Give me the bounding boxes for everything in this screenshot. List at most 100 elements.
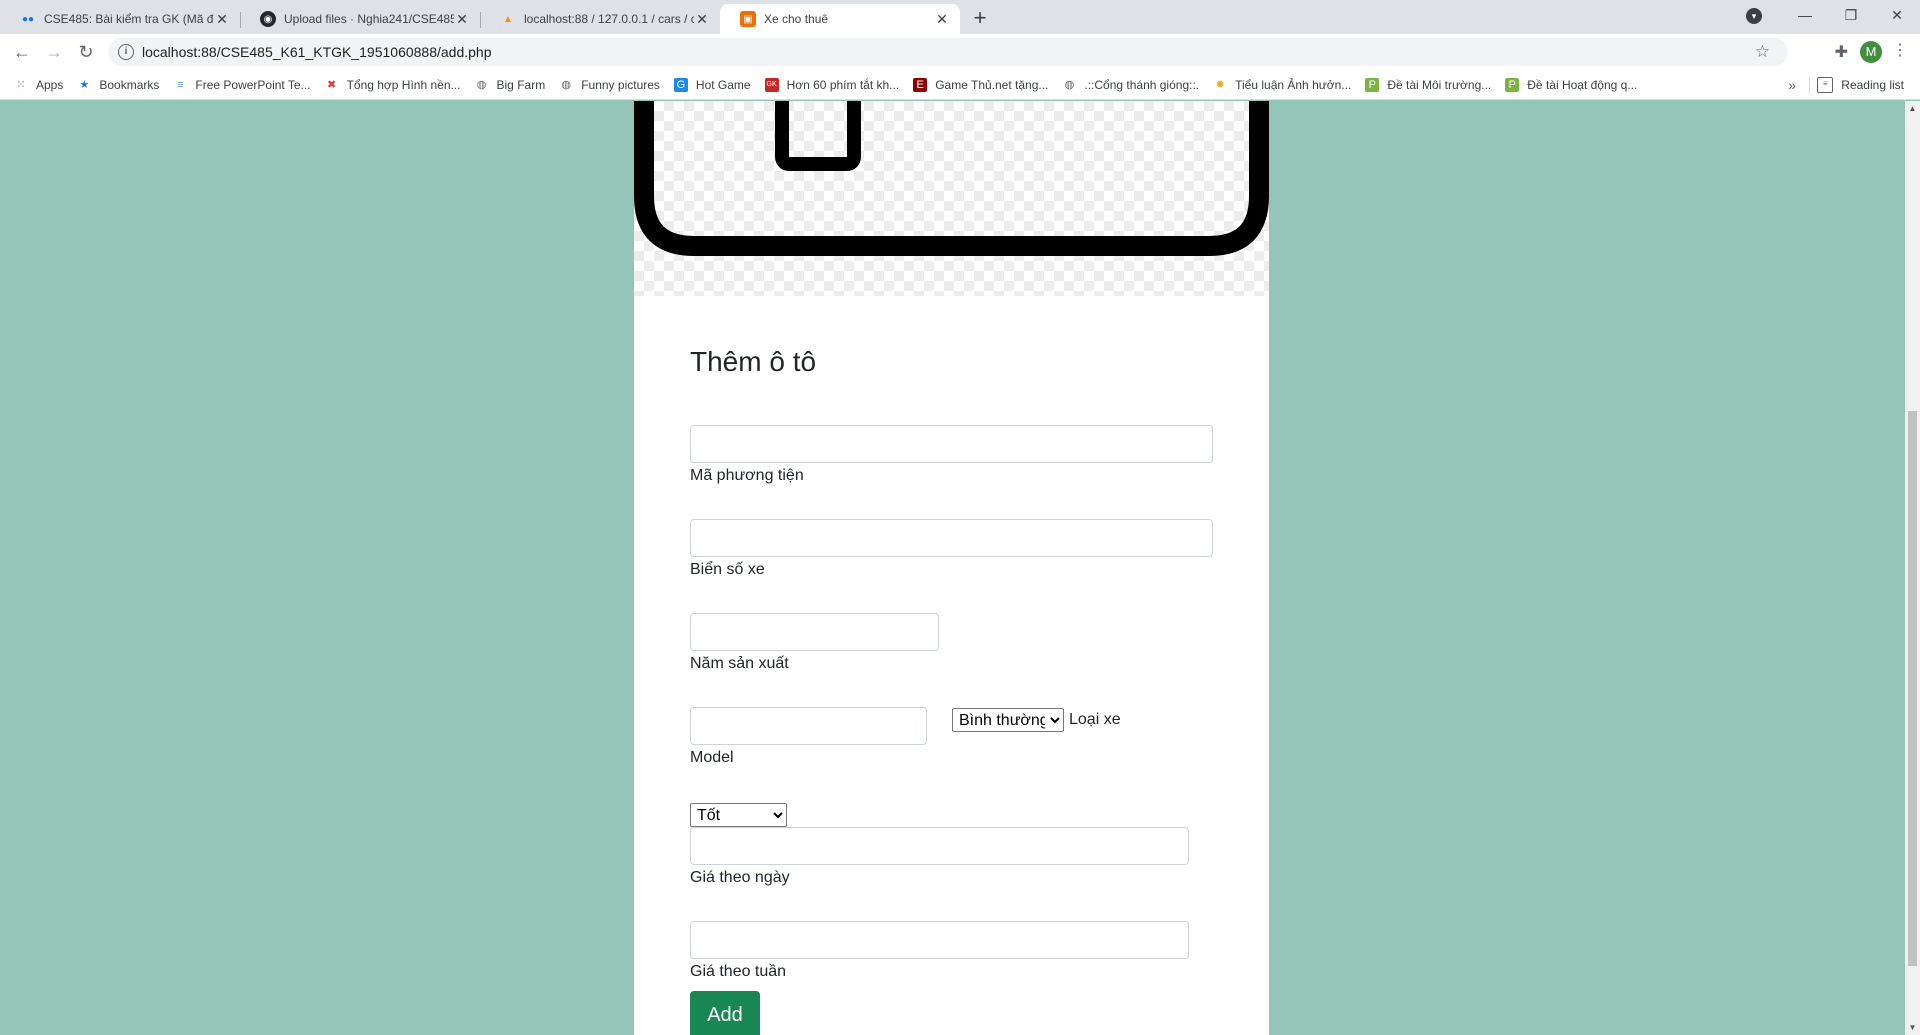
tab-phpmyadmin[interactable]: ▲ localhost:88 / 127.0.0.1 / cars / ca ✕ bbox=[480, 4, 720, 34]
tab-title: localhost:88 / 127.0.0.1 / cars / ca bbox=[524, 12, 694, 26]
bookmark-label: Apps bbox=[36, 77, 64, 92]
divider bbox=[1809, 78, 1810, 94]
chevron-double-right-icon[interactable]: » bbox=[1788, 77, 1796, 93]
bookmark-moi-truong[interactable]: P Đề tài Môi trường... bbox=[1365, 77, 1492, 92]
ppt-icon: ≡ bbox=[177, 78, 184, 91]
minimize-icon[interactable]: — bbox=[1782, 7, 1828, 23]
bookmark-label: Đề tài Môi trường... bbox=[1387, 77, 1492, 92]
tinh-trang-group: Tốt bbox=[690, 803, 787, 827]
bookmark-tieu-luan[interactable]: ✹ Tiểu luận Ảnh hưởn... bbox=[1213, 77, 1352, 92]
tab-xe-cho-thue[interactable]: ▣ Xe cho thuê ✕ bbox=[720, 4, 960, 34]
extensions-icon[interactable]: ✚ bbox=[1835, 42, 1848, 62]
model-group: Model bbox=[690, 707, 927, 767]
model-label: Model bbox=[690, 749, 734, 766]
bookmark-hoat-dong[interactable]: P Đề tài Hoạt động q... bbox=[1505, 77, 1638, 92]
game-icon: G bbox=[673, 77, 688, 92]
bookmark-game-thu[interactable]: E Game Thủ.net tặng... bbox=[913, 77, 1049, 92]
gia-ngay-input[interactable] bbox=[690, 827, 1189, 865]
close-icon[interactable]: ✕ bbox=[694, 11, 710, 27]
bookmark-label: Hơn 60 phím tắt kh... bbox=[786, 77, 900, 92]
bookmarks-bar: ⁙ Apps ★ Bookmarks ≡ Free PowerPoint Te.… bbox=[0, 70, 1920, 100]
gamethu-icon: E bbox=[913, 77, 928, 92]
avatar[interactable]: M bbox=[1860, 41, 1882, 63]
globe-icon: ◍ bbox=[561, 78, 571, 91]
bookmark-big-farm[interactable]: ◍ Big Farm bbox=[475, 78, 546, 92]
bookmark-cong-thanh-giong[interactable]: ◍ .::Cổng thánh gióng::. bbox=[1062, 78, 1200, 92]
scroll-thumb[interactable] bbox=[1908, 411, 1917, 966]
bien-so-xe-group: Biển số xe bbox=[690, 519, 1213, 579]
gia-tuan-label: Giá theo tuần bbox=[690, 963, 787, 980]
gia-ngay-group: Giá theo ngày bbox=[690, 827, 1189, 887]
reading-list-label: Reading list bbox=[1841, 77, 1904, 92]
meet-dots-icon: ●● bbox=[21, 13, 35, 25]
address-bar[interactable]: i localhost:88/CSE485_K61_KTGK_195106088… bbox=[108, 38, 1788, 66]
reload-icon[interactable]: ↻ bbox=[70, 42, 102, 63]
new-tab-button[interactable]: + bbox=[966, 4, 994, 34]
nam-san-xuat-input[interactable] bbox=[690, 613, 939, 651]
bookmark-label: Hot Game bbox=[695, 77, 751, 92]
page-scrollbar[interactable]: ▲ ▼ bbox=[1905, 101, 1920, 1035]
sun-icon: ✹ bbox=[1215, 78, 1225, 91]
bookmark-label: Game Thủ.net tặng... bbox=[935, 77, 1049, 92]
browser-toolbar: ← → ↻ i localhost:88/CSE485_K61_KTGK_195… bbox=[0, 34, 1920, 70]
github-icon: ◉ bbox=[260, 11, 276, 27]
bookmark-label: Tiểu luận Ảnh hưởn... bbox=[1235, 77, 1352, 92]
close-icon[interactable]: ✕ bbox=[214, 11, 230, 27]
bookmark-hinh-nen[interactable]: ✖ Tổng hợp Hình nền... bbox=[325, 78, 461, 92]
window-controls: — ❐ ✕ bbox=[1782, 0, 1920, 30]
restore-icon[interactable]: ❐ bbox=[1828, 7, 1874, 24]
page-viewport: Thêm ô tô Mã phương tiện Biển số xe Năm … bbox=[0, 101, 1905, 1035]
bien-so-xe-input[interactable] bbox=[690, 519, 1213, 557]
info-icon[interactable]: i bbox=[118, 44, 134, 60]
car-outline-icon bbox=[634, 101, 1269, 256]
tab-title: Xe cho thuê bbox=[764, 12, 829, 26]
tab-search-icon[interactable]: ▾ bbox=[1746, 8, 1762, 24]
loai-xe-group: Bình thường Loại xe bbox=[952, 708, 1121, 732]
tab-strip: ●● CSE485: Bài kiểm tra GK (Mã đề 1 ✕ ◉ … bbox=[0, 0, 1920, 34]
nam-san-xuat-label: Năm sản xuất bbox=[690, 655, 789, 672]
add-button[interactable]: Add bbox=[690, 991, 760, 1035]
model-input[interactable] bbox=[690, 707, 927, 745]
car-image bbox=[634, 101, 1269, 296]
x-icon: ✖ bbox=[326, 78, 337, 91]
reading-list-button[interactable]: ≡ Reading list bbox=[1817, 76, 1904, 93]
globe-icon: ◍ bbox=[476, 78, 487, 91]
form-card: Thêm ô tô Mã phương tiện Biển số xe Năm … bbox=[634, 101, 1269, 1035]
doc-icon: P bbox=[1365, 77, 1380, 92]
bookmark-label: Tổng hợp Hình nền... bbox=[346, 77, 461, 92]
bookmark-hot-game[interactable]: G Hot Game bbox=[673, 77, 751, 92]
apps-grid-icon: ⁙ bbox=[16, 78, 26, 91]
more-menu-icon[interactable]: ⋮ bbox=[1892, 40, 1908, 60]
scroll-down-icon[interactable]: ▼ bbox=[1905, 1020, 1920, 1035]
tab-exam[interactable]: ●● CSE485: Bài kiểm tra GK (Mã đề 1 ✕ bbox=[0, 4, 240, 34]
news-icon: GK bbox=[764, 77, 779, 92]
url-text[interactable]: localhost:88/CSE485_K61_KTGK_1951060888/… bbox=[142, 44, 492, 60]
nam-san-xuat-group: Năm sản xuất bbox=[690, 613, 939, 673]
bookmark-apps[interactable]: ⁙ Apps bbox=[14, 78, 63, 92]
loai-xe-label: Loại xe bbox=[1069, 711, 1121, 728]
gia-tuan-input[interactable] bbox=[690, 921, 1189, 959]
bookmark-phim-tat[interactable]: GK Hơn 60 phím tắt kh... bbox=[764, 77, 900, 92]
tinh-trang-select[interactable]: Tốt bbox=[690, 803, 787, 827]
bookmark-star-icon[interactable]: ☆ bbox=[1755, 42, 1770, 62]
star-icon: ★ bbox=[79, 78, 90, 91]
scroll-up-icon[interactable]: ▲ bbox=[1905, 101, 1920, 116]
back-icon[interactable]: ← bbox=[6, 42, 38, 63]
bookmark-label: Bookmarks bbox=[99, 77, 160, 92]
close-window-icon[interactable]: ✕ bbox=[1874, 7, 1920, 24]
forward-icon[interactable]: → bbox=[38, 42, 70, 63]
reading-list-icon: ≡ bbox=[1817, 76, 1834, 93]
bookmark-bookmarks[interactable]: ★ Bookmarks bbox=[77, 78, 159, 92]
bookmark-funny-pictures[interactable]: ◍ Funny pictures bbox=[559, 78, 660, 92]
bookmark-label: Đề tài Hoạt động q... bbox=[1527, 77, 1638, 92]
close-icon[interactable]: ✕ bbox=[934, 11, 950, 27]
tab-title: Upload files · Nghia241/CSE485_K bbox=[284, 12, 454, 26]
ma-phuong-tien-input[interactable] bbox=[690, 425, 1213, 463]
tab-github[interactable]: ◉ Upload files · Nghia241/CSE485_K ✕ bbox=[240, 4, 480, 34]
close-icon[interactable]: ✕ bbox=[454, 11, 470, 27]
loai-xe-select[interactable]: Bình thường bbox=[952, 708, 1064, 732]
site-icon: ▣ bbox=[740, 11, 756, 27]
bookmark-powerpoint[interactable]: ≡ Free PowerPoint Te... bbox=[173, 78, 310, 92]
bookmark-label: Free PowerPoint Te... bbox=[195, 77, 311, 92]
doc-icon: P bbox=[1505, 77, 1520, 92]
